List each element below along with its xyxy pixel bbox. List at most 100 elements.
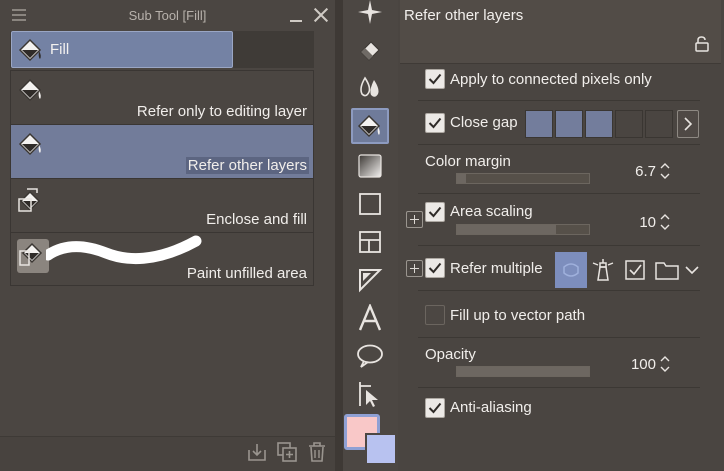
subtool-item-label: Refer only to editing layer — [136, 103, 307, 120]
refer-all-layers-button[interactable] — [555, 252, 587, 288]
close-gap-level-2[interactable] — [555, 110, 583, 138]
subtool-group-fill-tab[interactable]: Fill — [11, 31, 233, 68]
fill-bucket-icon — [357, 114, 381, 138]
subtool-item-refer-other[interactable]: Refer other layers — [11, 125, 313, 179]
area-scaling-slider[interactable] — [456, 224, 590, 235]
tool-property-header: Refer other layers — [400, 0, 721, 64]
ruler-icon — [359, 269, 383, 293]
opacity-slider[interactable] — [456, 366, 590, 377]
figure-tool-button[interactable] — [351, 186, 389, 222]
import-icon[interactable] — [246, 441, 268, 463]
subtool-bottom-bar — [0, 436, 335, 471]
close-gap-label: Close gap — [450, 114, 518, 131]
rectangle-figure-icon — [359, 193, 381, 215]
color-margin-slider[interactable] — [456, 173, 590, 184]
sparkle-tool-button[interactable] — [351, 0, 389, 30]
subtool-item-enclose[interactable]: Enclose and fill — [11, 179, 313, 233]
anti-aliasing-checkbox[interactable] — [425, 398, 445, 418]
area-scaling-label: Area scaling — [450, 203, 533, 220]
close-gap-level-3[interactable] — [585, 110, 613, 138]
chevron-right-icon — [684, 117, 693, 131]
tool-property-scrollbar[interactable] — [703, 64, 724, 471]
paint-unfilled-icon — [17, 239, 49, 278]
checkmark-icon — [428, 206, 442, 218]
fill-vector-checkbox[interactable] — [425, 305, 445, 325]
balloon-tool-button[interactable] — [351, 338, 389, 374]
refer-selected-layers-button[interactable] — [619, 252, 651, 288]
subtool-scrollbar[interactable] — [314, 70, 335, 436]
speech-balloon-icon — [357, 344, 383, 368]
brush-stroke-preview — [46, 235, 202, 265]
eraser-tool-button[interactable] — [351, 31, 389, 67]
subtool-titlebar: Sub Tool [Fill] — [0, 0, 335, 30]
close-gap-checkbox[interactable] — [425, 113, 445, 133]
subtool-empty-area — [10, 286, 314, 436]
close-icon[interactable] — [313, 7, 328, 22]
subtool-panel: Sub Tool [Fill] Fill Refer only to editi… — [0, 0, 335, 471]
refer-layer-folder-button[interactable] — [651, 252, 683, 288]
gradient-icon — [358, 154, 382, 178]
slider-fill — [457, 225, 556, 234]
gradient-tool-button[interactable] — [351, 148, 389, 184]
text-tool-button[interactable] — [351, 300, 389, 336]
spinner-arrows-icon[interactable] — [659, 354, 671, 374]
refer-multiple-options — [555, 251, 703, 289]
refer-multiple-label: Refer multiple — [450, 260, 543, 277]
panel-divider[interactable] — [335, 0, 343, 471]
tool-column — [343, 0, 398, 471]
checkmark-icon — [428, 262, 442, 274]
correction-tool-button[interactable] — [351, 376, 389, 412]
close-gap-level-5[interactable] — [645, 110, 673, 138]
close-gap-level-4[interactable] — [615, 110, 643, 138]
frame-border-icon — [359, 231, 381, 253]
subtool-item-label: Enclose and fill — [206, 211, 307, 228]
all-layers-icon — [563, 263, 579, 277]
lock-icon[interactable] — [694, 36, 710, 57]
tool-property-panel: Refer other layers Apply to connected pi… — [398, 0, 724, 471]
spinner-arrows-icon[interactable] — [659, 161, 671, 181]
apply-connected-checkbox[interactable] — [425, 69, 445, 89]
folder-icon — [655, 262, 679, 280]
area-scaling-checkbox[interactable] — [425, 202, 445, 222]
text-a-icon — [358, 304, 382, 331]
expand-plus-icon[interactable] — [406, 211, 423, 228]
frame-tool-button[interactable] — [351, 224, 389, 260]
apply-connected-row: Apply to connected pixels only — [418, 64, 700, 101]
fill-tool-button[interactable] — [351, 108, 389, 144]
sparkle-icon — [358, 0, 382, 24]
area-scaling-value[interactable]: 10 — [614, 214, 656, 231]
apply-connected-label: Apply to connected pixels only — [450, 71, 652, 88]
area-scaling-row: Area scaling 10 — [406, 194, 700, 246]
ruler-tool-button[interactable] — [351, 262, 389, 298]
trash-icon[interactable] — [306, 441, 328, 463]
minimize-icon[interactable] — [290, 20, 302, 22]
opacity-label: Opacity — [425, 346, 476, 363]
opacity-value[interactable]: 100 — [614, 356, 656, 373]
color-margin-row: Color margin 6.7 — [418, 145, 700, 194]
refer-reference-layer-button[interactable] — [587, 252, 619, 288]
close-gap-level-1[interactable] — [525, 110, 553, 138]
subtool-title: Sub Tool [Fill] — [128, 8, 207, 23]
spinner-arrows-icon[interactable] — [659, 212, 671, 232]
blend-tool-button[interactable] — [351, 69, 389, 105]
sub-color-swatch[interactable] — [365, 433, 397, 465]
duplicate-icon[interactable] — [276, 441, 298, 463]
close-gap-expand-button[interactable] — [677, 110, 699, 138]
color-margin-label: Color margin — [425, 153, 511, 170]
anti-aliasing-row: Anti-aliasing — [418, 388, 700, 428]
fill-bucket-icon — [17, 37, 45, 68]
expand-plus-icon[interactable] — [406, 260, 423, 277]
color-margin-value[interactable]: 6.7 — [614, 163, 656, 180]
subtool-item-refer-editing[interactable]: Refer only to editing layer — [11, 71, 313, 125]
refer-multiple-dropdown[interactable] — [681, 252, 703, 288]
fill-bucket-icon — [17, 77, 45, 108]
line-correction-icon — [359, 382, 378, 407]
anti-aliasing-label: Anti-aliasing — [450, 399, 532, 416]
subtool-item-paint-unfilled[interactable]: Paint unfilled area — [11, 233, 313, 287]
fill-vector-label: Fill up to vector path — [450, 307, 586, 324]
blend-drops-icon — [360, 76, 379, 97]
refer-multiple-row: Refer multiple — [406, 246, 703, 291]
checkmark-icon — [428, 402, 442, 414]
slider-fill — [457, 367, 589, 376]
refer-multiple-checkbox[interactable] — [425, 258, 445, 278]
